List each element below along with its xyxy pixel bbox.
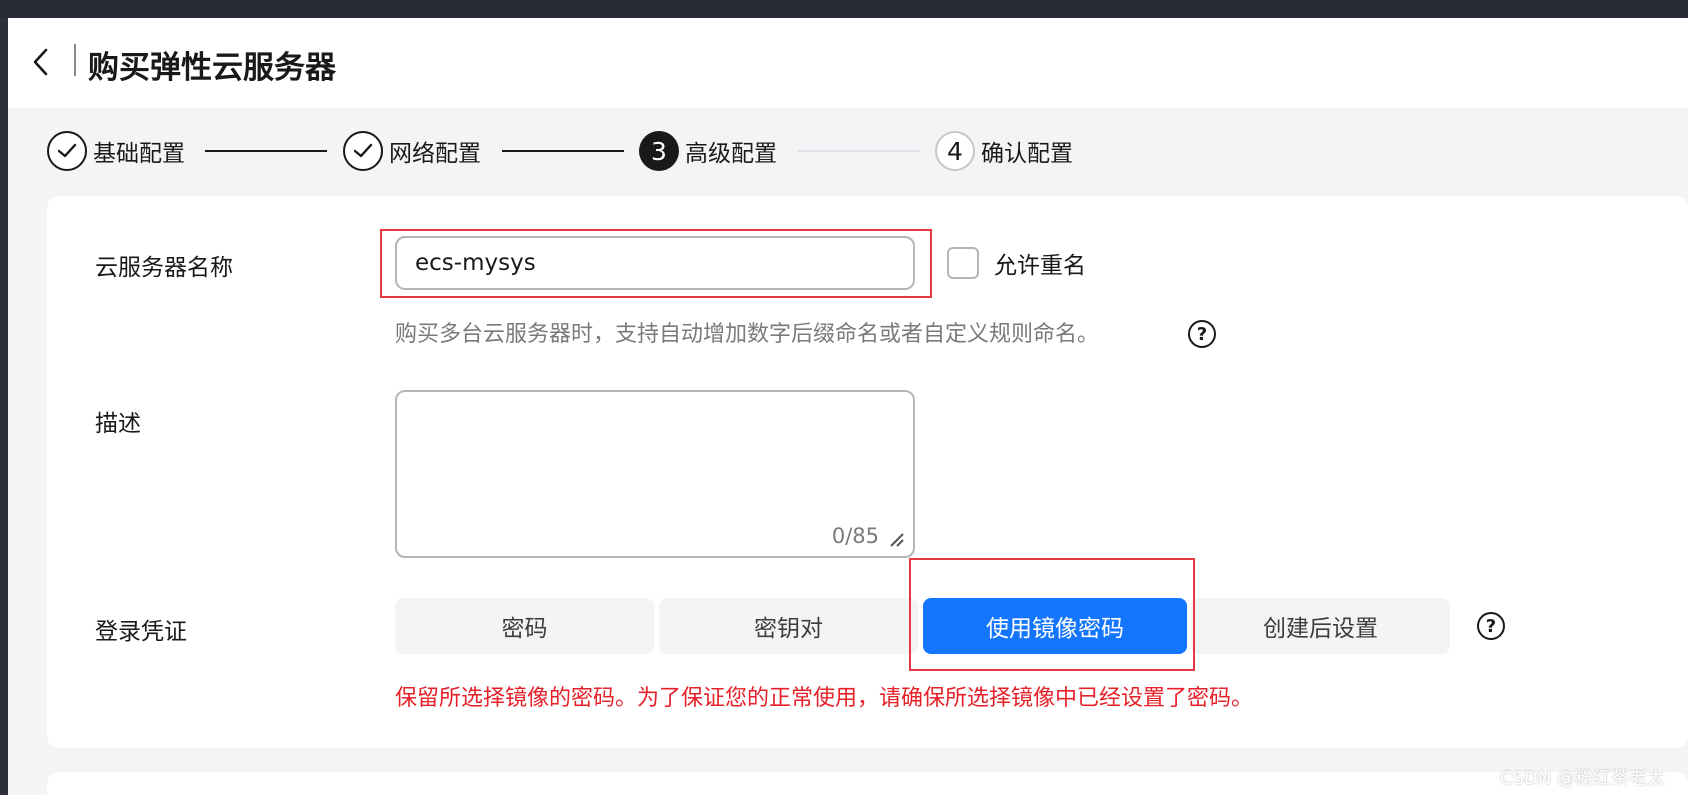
allow-duplicate-label: 允许重名 xyxy=(994,253,1086,279)
watermark: CSDN @粉红茶老太 xyxy=(1500,768,1666,789)
page-header: 购买弹性云服务器 xyxy=(8,18,1688,108)
next-section-card xyxy=(47,772,1688,795)
login-option-keypair[interactable]: 密钥对 xyxy=(659,598,918,654)
description-label: 描述 xyxy=(95,411,141,437)
window-top-bar xyxy=(0,0,1688,18)
allow-duplicate-checkbox[interactable]: 允许重名 xyxy=(947,246,1086,280)
page-title: 购买弹性云服务器 xyxy=(88,50,336,86)
login-option-password[interactable]: 密码 xyxy=(395,598,654,654)
step-basic-config[interactable]: 基础配置 xyxy=(47,128,185,174)
check-icon xyxy=(57,143,77,158)
back-button[interactable] xyxy=(24,45,58,79)
step-connector xyxy=(205,150,327,152)
header-divider xyxy=(74,44,76,76)
login-credential-label: 登录凭证 xyxy=(95,619,187,645)
step-number-marker: 4 xyxy=(935,131,975,171)
step-number-marker: 3 xyxy=(639,131,679,171)
char-counter: 0/85 xyxy=(831,524,879,548)
chevron-left-icon xyxy=(33,48,48,76)
step-label: 高级配置 xyxy=(685,141,777,167)
help-icon[interactable]: ? xyxy=(1477,612,1505,640)
step-label: 网络配置 xyxy=(389,141,481,167)
description-textarea[interactable]: 0/85 xyxy=(395,390,915,558)
checkbox-box[interactable] xyxy=(947,247,979,279)
server-name-input[interactable] xyxy=(395,236,915,290)
step-network-config[interactable]: 网络配置 xyxy=(343,128,481,174)
check-icon xyxy=(353,143,373,158)
step-connector xyxy=(502,150,624,152)
progress-steps: 基础配置 网络配置 3 高级配置 4 确认配置 xyxy=(0,128,1688,174)
login-warning-text: 保留所选择镜像的密码。为了保证您的正常使用，请确保所选择镜像中已经设置了密码。 xyxy=(395,686,1254,711)
step-done-marker xyxy=(47,131,87,171)
step-advanced-config[interactable]: 3 高级配置 xyxy=(639,128,777,174)
help-icon[interactable]: ? xyxy=(1188,320,1216,348)
login-option-set-later[interactable]: 创建后设置 xyxy=(1191,598,1450,654)
annotation-highlight-box xyxy=(909,558,1195,671)
step-label: 基础配置 xyxy=(93,141,185,167)
server-name-label: 云服务器名称 xyxy=(95,255,233,281)
step-confirm-config[interactable]: 4 确认配置 xyxy=(935,128,1073,174)
resize-handle-icon[interactable] xyxy=(887,530,905,548)
server-name-hint: 购买多台云服务器时，支持自动增加数字后缀命名或者自定义规则命名。 xyxy=(395,322,1100,347)
step-done-marker xyxy=(343,131,383,171)
step-connector xyxy=(798,150,920,152)
step-label: 确认配置 xyxy=(981,141,1073,167)
